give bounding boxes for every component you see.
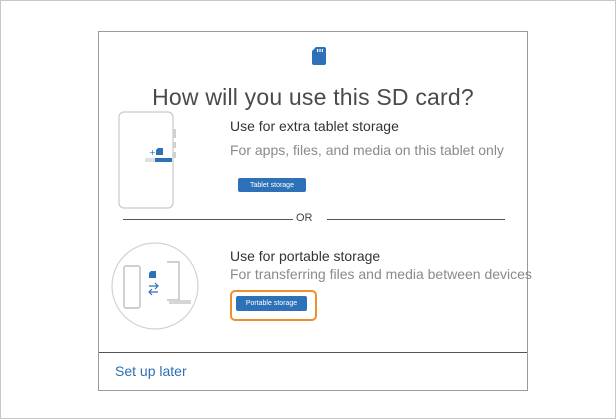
dialog-title: How will you use this SD card? <box>152 84 474 110</box>
set-up-later-link[interactable]: Set up later <box>115 363 187 379</box>
separator-label: OR <box>296 212 313 224</box>
transfer-devices-icon <box>111 242 199 330</box>
sd-card-setup-dialog: How will you use this SD card? + Use for… <box>98 31 532 391</box>
footer-divider <box>99 352 527 353</box>
svg-text:+: + <box>149 148 156 157</box>
option-tablet-title: Use for extra tablet storage <box>230 118 399 134</box>
separator-line-right <box>327 219 505 220</box>
option-tablet-description: For apps, files, and media on this table… <box>230 142 504 158</box>
option-portable-title: Use for portable storage <box>230 248 381 264</box>
separator-line-left <box>123 219 293 220</box>
portable-storage-button[interactable]: Portable storage <box>236 296 307 311</box>
tablet-storage-button[interactable]: Tablet storage <box>238 178 306 192</box>
option-portable-description: For transferring files and media between… <box>230 266 532 282</box>
tablet-icon: + <box>118 111 176 209</box>
sd-card-icon <box>312 47 326 65</box>
